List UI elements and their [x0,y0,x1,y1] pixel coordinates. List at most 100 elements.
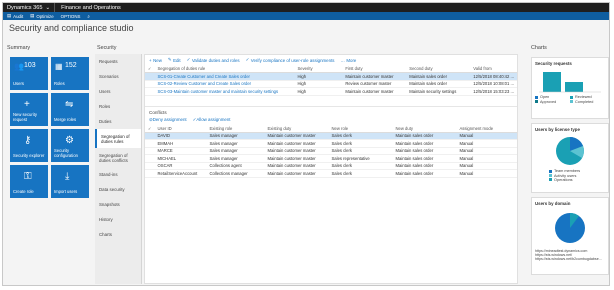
conflict-row[interactable]: RetailServiceAccount Collections manager… [145,169,517,178]
charts-heading: Charts [531,45,547,51]
security-configuration-tile[interactable]: ⚙ Security configuration [51,129,89,162]
options-button[interactable]: OPTIONS [61,14,81,19]
rule-row[interactable]: SCS-01-Create Customer and Create Sales … [145,72,517,81]
allow-assignment-button[interactable]: ✓Allow assignment [193,117,231,123]
nav-users[interactable]: Users [95,84,141,99]
users-by-domain-card[interactable]: Users by domain https://mineadtest.dynam… [531,197,609,275]
col-sod-rule[interactable]: Segregation of duties rule [154,65,295,73]
security-requests-card[interactable]: Security requests Open Reviewed Approved… [531,57,609,119]
ellipsis-icon: … [340,57,345,63]
merge-roles-tile[interactable]: ⇋ Merge roles [51,93,89,126]
conflict-new-role: Sales clerk [328,139,393,148]
conflict-user[interactable]: OSCAR [154,162,207,170]
app-switcher[interactable]: Dynamics 365 ⌄ [3,3,56,12]
col-existing-role[interactable]: Existing role [206,124,265,133]
col-new-role[interactable]: New role [328,124,393,133]
import-users-tile[interactable]: ⤓ Import users [51,165,89,198]
bar-open [543,72,561,92]
row-checkbox[interactable] [145,87,155,96]
conflict-existing-role: Sales manager [206,139,265,148]
deny-assignment-button[interactable]: ⊘Deny assignment [149,117,187,123]
verify-compliance-button[interactable]: ✓ Verify compliance of user-role assignme… [246,57,335,63]
conflict-existing-duty: Maintain customer master [264,169,329,178]
conflict-existing-role: Collections agent [206,162,265,170]
conflict-row[interactable]: DAVID Sales manager Maintain customer ma… [145,132,517,140]
nav-charts[interactable]: Charts [95,227,141,242]
legend-label: Approved [540,99,557,104]
nav-snapshots[interactable]: Snapshots [95,197,141,212]
conflict-row[interactable]: MARCE Sales manager Maintain customer ma… [145,147,517,155]
conflict-user[interactable]: RetailServiceAccount [154,169,207,178]
rule-name[interactable]: SCS-01-Create Customer and Create Sales … [154,72,295,81]
legend-item: Approved [535,99,570,104]
conflict-user[interactable]: MARCE [154,147,207,155]
new-button[interactable]: + New [149,58,162,63]
conflict-row[interactable]: OSCAR Collections agent Maintain custome… [145,162,517,170]
rule-row[interactable]: SCS-03-Maintain customer master and main… [145,87,517,96]
nav-requests[interactable]: Requests [95,54,141,69]
conflict-new-duty: Maintain sales order [392,154,457,163]
nav-roles[interactable]: Roles [95,99,141,114]
roles-tile[interactable]: ▦ 152 Roles [51,57,89,90]
col-severity[interactable]: Severity [294,65,343,73]
conflict-user[interactable]: DAVID [154,132,207,140]
more-button[interactable]: … More [340,58,356,63]
row-checkbox[interactable] [145,132,155,140]
conflict-user[interactable]: MICHAEL [154,154,207,163]
security-requests-title: Security requests [535,61,572,66]
nav-history[interactable]: History [95,212,141,227]
rule-valid-from: 12/5/2018 08:40:42 ... [470,72,517,81]
row-checkbox[interactable] [145,154,155,163]
domain-entry: https://sts.windows.net/b2cumbugdabse... [535,257,602,262]
conflict-new-duty: Maintain sales order [392,162,457,170]
edit-button[interactable]: ✎ Edit [168,57,181,63]
audit-button[interactable]: ▤ Audit [7,13,23,19]
col-assignment-mode[interactable]: Assignment mode [456,124,517,133]
rule-severity: High [294,87,343,96]
conflict-row[interactable]: MICHAEL Sales manager Maintain customer … [145,154,517,163]
select-all-checkbox[interactable]: ✓ [145,124,155,133]
col-existing-duty[interactable]: Existing duty [264,124,329,133]
summary-tiles: 👥 103 Users ▦ 152 Roles + New security r… [10,57,91,198]
optimize-button[interactable]: ▤ Optimize [30,13,53,19]
row-checkbox[interactable] [145,147,155,155]
create-role-tile[interactable]: ⚿ Create role [10,165,48,198]
col-user-id[interactable]: User ID [154,124,207,133]
nav-duties[interactable]: Duties [95,114,141,129]
nav-scenarios[interactable]: Scenarios [95,69,141,84]
security-explorer-tile[interactable]: ⚷ Security explorer [10,129,48,162]
conflict-new-role: Sales clerk [328,169,393,178]
row-checkbox[interactable] [145,162,155,170]
row-checkbox[interactable] [145,80,155,88]
col-new-duty[interactable]: New duty [392,124,457,133]
conflict-existing-duty: Maintain customer master [264,132,329,140]
rule-name[interactable]: SCS-03-Maintain customer master and main… [154,87,295,96]
users-tile[interactable]: 👥 103 Users [10,57,48,90]
new-security-request-tile[interactable]: + New security request [10,93,48,126]
nav-sod-conflicts[interactable]: Segregation of duties conflicts [95,148,141,167]
col-second-duty[interactable]: Second duty [406,65,471,73]
conflict-new-duty: Maintain sales order [392,139,457,148]
search-icon[interactable]: ⌕ [87,14,89,19]
plus-icon: + [24,99,30,110]
sod-rules-panel: + New ✎ Edit ✓ Validate duties and roles ✓ V… [144,54,518,284]
row-checkbox[interactable] [145,139,155,148]
validate-button[interactable]: ✓ Validate duties and roles [187,57,240,63]
nav-stand-ins[interactable]: Stand-ins [95,167,141,182]
legend-swatch [535,95,538,99]
nav-sod-rules[interactable]: Segregation of duties rules [95,129,141,148]
legend-swatch [549,174,552,178]
row-checkbox[interactable] [145,72,155,81]
rule-row[interactable]: SCS-02-Review Customer and Create Sales … [145,80,517,88]
row-checkbox[interactable] [145,169,155,178]
col-first-duty[interactable]: First duty [342,65,407,73]
nav-data-security[interactable]: Data security [95,182,141,197]
col-valid-from[interactable]: Valid from [470,65,517,73]
conflict-existing-duty: Maintain customer master [264,147,329,155]
rule-name[interactable]: SCS-02-Review Customer and Create Sales … [154,80,295,88]
select-all-checkbox[interactable]: ✓ [145,65,155,73]
create-role-icon: ⚿ [24,171,32,182]
conflict-row[interactable]: EMMAH Sales manager Maintain customer ma… [145,139,517,148]
users-by-license-card[interactable]: Users by license type Team members Activ… [531,123,609,193]
conflict-user[interactable]: EMMAH [154,139,207,148]
